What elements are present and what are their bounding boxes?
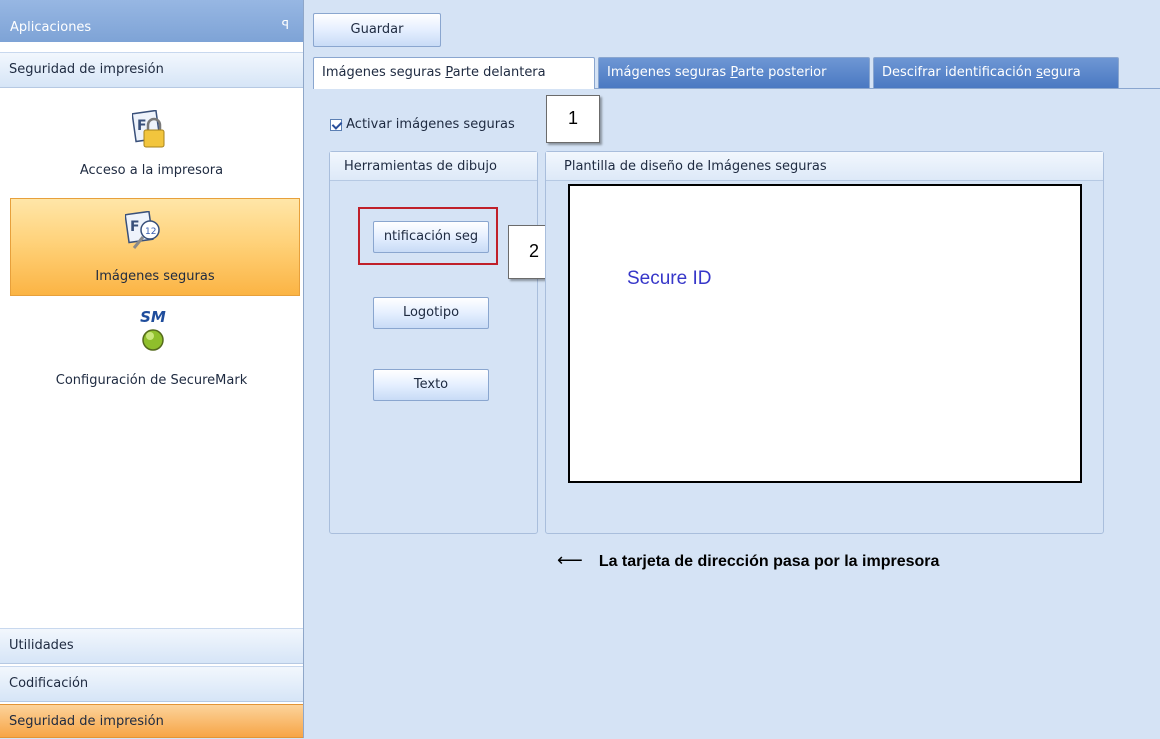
drawing-tools-title: Herramientas de dibujo (344, 159, 497, 174)
tab-imagenes-parte-posterior[interactable]: Imágenes seguras Parte posterior (598, 57, 870, 88)
group-seguridad-impresion-top[interactable]: Seguridad de impresión (0, 52, 303, 88)
template-design-title-bar: Plantilla de diseño de Imágenes seguras (546, 152, 1103, 181)
tab-label: Imágenes seguras (322, 65, 446, 80)
save-button[interactable]: Guardar (313, 13, 441, 47)
template-design-title: Plantilla de diseño de Imágenes seguras (564, 159, 827, 174)
tab-label: Imágenes seguras (607, 65, 731, 80)
group-codificacion[interactable]: Codificación (0, 666, 303, 702)
enable-secure-images-row[interactable]: Activar imágenes seguras (330, 117, 515, 132)
group-label: Seguridad de impresión (9, 62, 164, 77)
navigation-sidebar: Aplicaciones ꟼ Seguridad de impresión F … (0, 0, 304, 738)
callout-number: 2 (528, 241, 539, 261)
tab-label: egura (1042, 65, 1081, 80)
secure-image-card-icon: F 12 (124, 210, 165, 257)
callout-number: 1 (567, 108, 578, 128)
lock-card-icon: F (131, 109, 172, 156)
tab-label-key: P (445, 65, 453, 80)
pin-icon[interactable]: ꟼ (282, 18, 289, 32)
group-seguridad-impresion[interactable]: Seguridad de impresión (0, 704, 303, 738)
sidebar-item-acceso-impresora[interactable]: F Acceso a la impresora (0, 96, 303, 194)
sidebar-item-label: Acceso a la impresora (79, 163, 224, 178)
callout-1: 1 (546, 95, 600, 143)
sidebar-title: Aplicaciones (10, 20, 92, 35)
enable-secure-images-checkbox[interactable] (330, 118, 342, 131)
logo-tool-button[interactable]: Logotipo (373, 297, 489, 329)
sidebar-item-label: Imágenes seguras (95, 269, 215, 284)
direction-note: ⟵ La tarjeta de dirección pasa por la imp… (557, 550, 939, 571)
svg-text:F: F (130, 219, 140, 235)
design-canvas[interactable]: Secure ID (568, 184, 1082, 483)
direction-note-text: La tarjeta de dirección pasa por la impr… (598, 553, 940, 570)
group-label: Codificación (9, 676, 89, 691)
tab-label: Descifrar identificación (882, 65, 1037, 80)
sidebar-item-label: Configuración de SecureMark (55, 373, 248, 388)
securemark-icon: SM (138, 308, 168, 356)
left-arrow-icon: ⟵ (557, 550, 583, 570)
tab-label: arte delantera (452, 65, 546, 80)
tab-label-key: P (730, 65, 738, 80)
group-label: Utilidades (9, 638, 74, 653)
tab-imagenes-parte-delantera[interactable]: Imágenes seguras Parte delantera (313, 57, 595, 89)
drawing-tools-title-bar: Herramientas de dibujo (330, 152, 537, 181)
tab-label: arte posterior (737, 65, 827, 80)
enable-secure-images-label: Activar imágenes seguras (346, 117, 515, 132)
sidebar-item-imagenes-seguras[interactable]: F 12 Imágenes seguras (10, 198, 300, 296)
svg-text:12: 12 (145, 227, 156, 237)
secure-id-tool-button[interactable]: ntificación seg (373, 221, 489, 253)
sidebar-header: Aplicaciones ꟼ (0, 0, 303, 42)
tab-descifrar-identificacion[interactable]: Descifrar identificación segura (873, 57, 1119, 88)
tab-label-key: s (1036, 65, 1043, 80)
text-tool-button[interactable]: Texto (373, 369, 489, 401)
canvas-secure-id-text[interactable]: Secure ID (627, 268, 711, 290)
group-utilidades[interactable]: Utilidades (0, 628, 303, 664)
group-label: Seguridad de impresión (9, 714, 164, 729)
securemark-badge: SM (140, 308, 166, 326)
sidebar-item-securemark[interactable]: SM Configuración de SecureMark (0, 302, 303, 400)
